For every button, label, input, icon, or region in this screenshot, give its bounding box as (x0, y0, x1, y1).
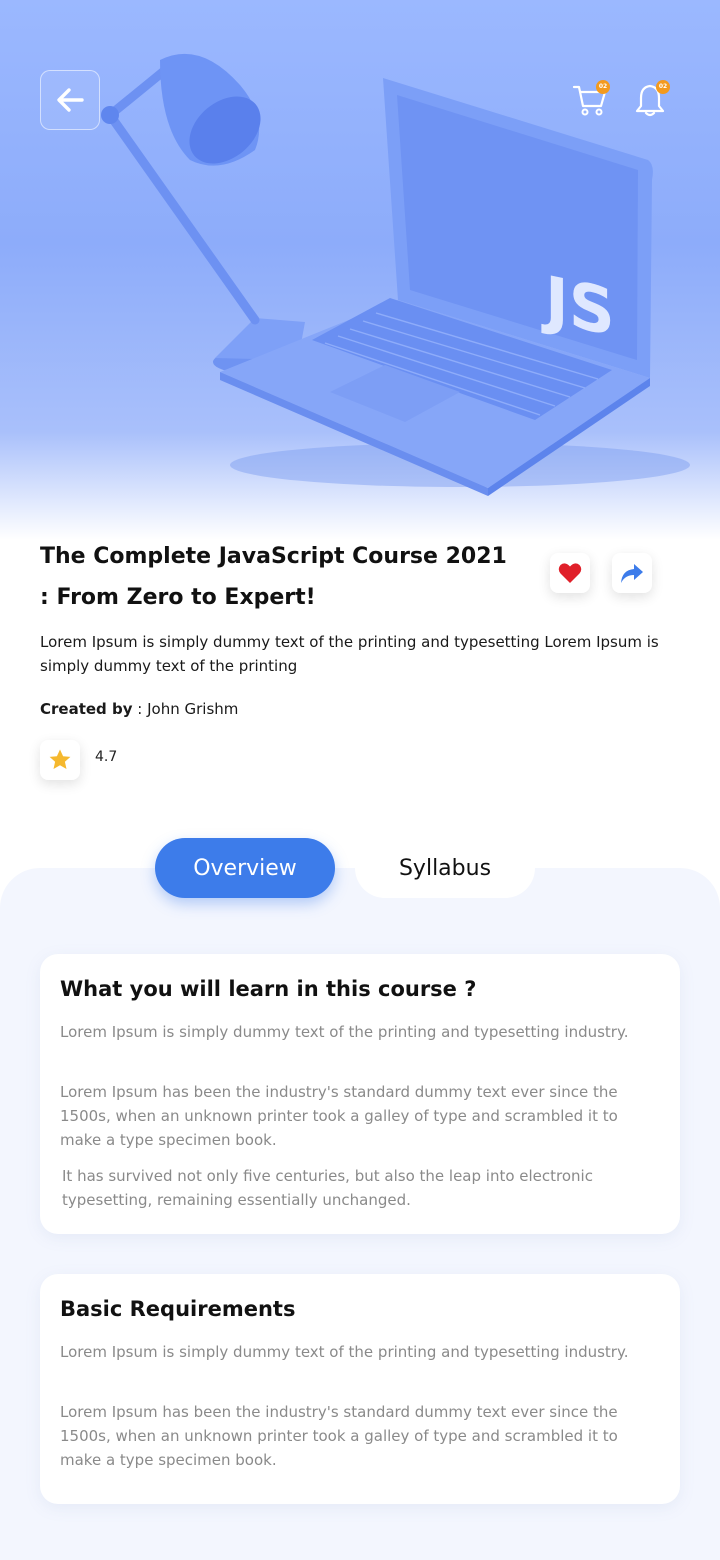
back-button[interactable] (40, 70, 100, 130)
created-by: Created by : John Grishm (40, 698, 238, 720)
rating-value: 4.7 (95, 749, 118, 765)
tab-overview[interactable]: Overview (155, 838, 335, 898)
requirements-paragraph: Lorem Ipsum has been the industry's stan… (60, 1403, 618, 1469)
author-name: John Grishm (147, 700, 239, 718)
hero-banner: JS 02 02 (0, 0, 720, 540)
learn-paragraph: Lorem Ipsum has been the industry's stan… (60, 1083, 618, 1149)
arrow-left-icon (57, 88, 84, 112)
js-logo-text: JS (541, 262, 615, 352)
notifications-button[interactable]: 02 (632, 80, 670, 118)
requirements-card: Basic Requirements Lorem Ipsum is simply… (40, 1274, 680, 1504)
cart-badge: 02 (596, 80, 610, 94)
course-description: Lorem Ipsum is simply dummy text of the … (40, 633, 659, 675)
notification-badge: 02 (656, 80, 670, 94)
share-arrow-icon (621, 564, 643, 583)
requirements-paragraph: Lorem Ipsum is simply dummy text of the … (60, 1343, 629, 1361)
requirements-card-title: Basic Requirements (60, 1297, 296, 1321)
heart-icon (558, 563, 582, 583)
learn-card-title: What you will learn in this course ? (60, 977, 477, 1001)
created-by-label: Created by (40, 700, 133, 718)
learn-card: What you will learn in this course ? Lor… (40, 954, 680, 1234)
learn-paragraph: Lorem Ipsum is simply dummy text of the … (60, 1023, 629, 1041)
favorite-button[interactable] (550, 553, 590, 593)
cart-button[interactable]: 02 (572, 80, 610, 118)
star-icon (49, 749, 71, 769)
rating-badge (40, 740, 80, 780)
learn-paragraph: It has survived not only five centuries,… (62, 1167, 593, 1209)
tab-syllabus[interactable]: Syllabus (355, 838, 535, 898)
share-button[interactable] (612, 553, 652, 593)
created-by-separator: : (132, 700, 148, 718)
course-title: The Complete JavaScript Course 2021 : Fr… (40, 544, 507, 610)
hero-illustration: JS (101, 53, 690, 496)
